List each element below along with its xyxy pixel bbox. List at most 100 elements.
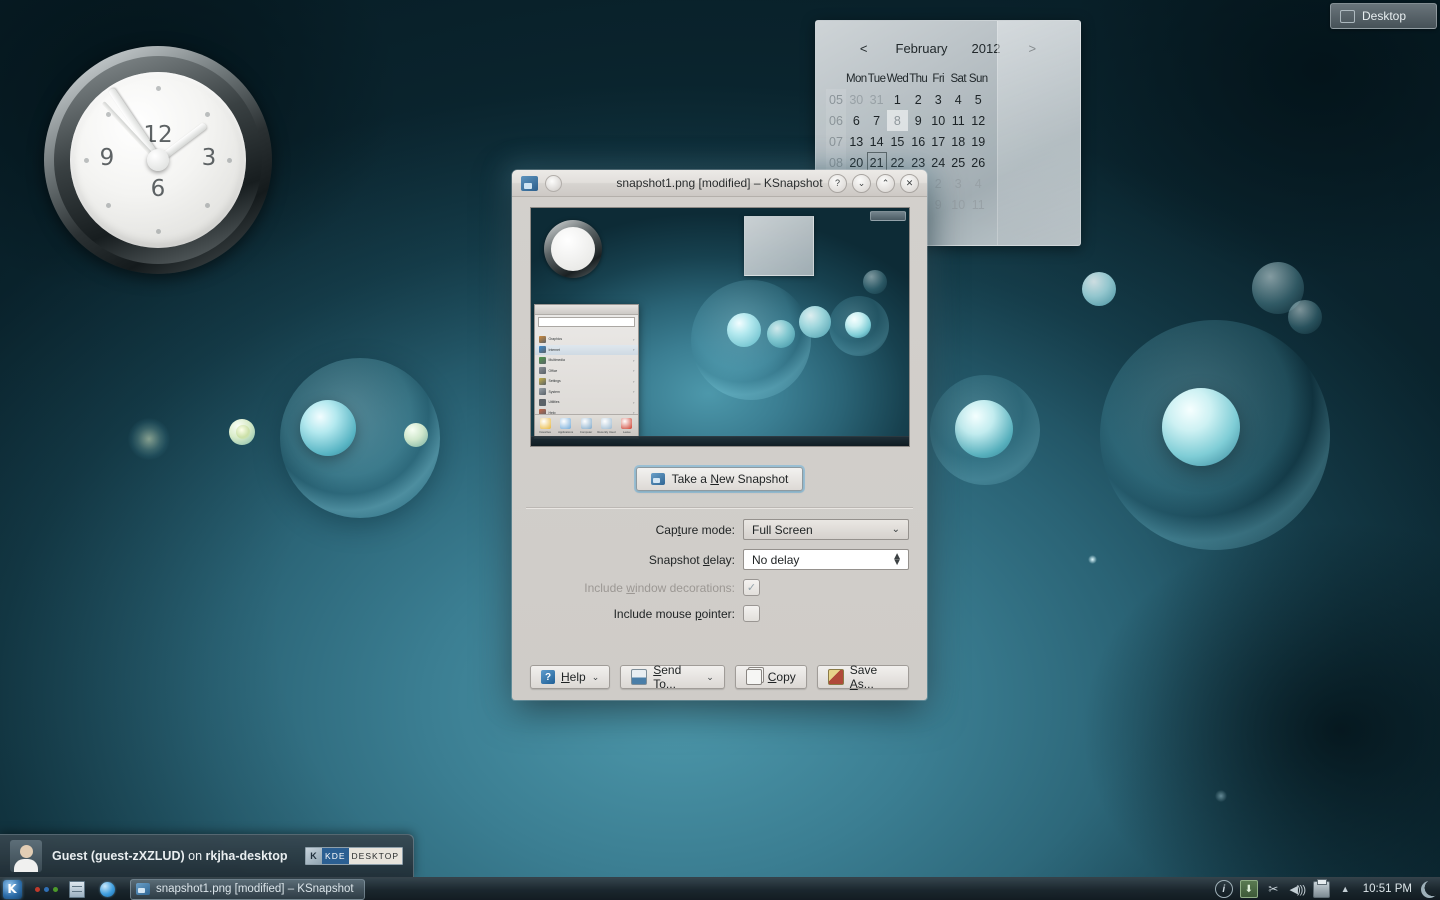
file-manager-icon (69, 881, 85, 898)
calendar-day-cell[interactable]: 9 (908, 110, 928, 131)
web-browser-launcher[interactable] (96, 878, 118, 900)
file-manager-launcher[interactable] (66, 878, 88, 900)
calendar-day-cell[interactable]: 5 (968, 89, 988, 110)
wallpaper-bubble-right-5 (1288, 300, 1322, 334)
ksnapshot-icon (136, 883, 150, 895)
preview-menu-item: Multimedia› (535, 355, 638, 366)
calendar-day-cell[interactable]: 3 (928, 89, 948, 110)
calendar-day-cell[interactable]: 10 (948, 194, 968, 215)
desktop-pager[interactable] (35, 887, 58, 892)
download-manager-icon[interactable]: ⬇ (1240, 880, 1258, 898)
calendar-day-cell[interactable]: 13 (846, 131, 867, 152)
snapshot-delay-row: Snapshot delay: No delay ▲▼ (530, 549, 909, 570)
include-decorations-checkbox[interactable]: ✓ (743, 579, 760, 596)
show-desktop-button[interactable]: Desktop (1330, 3, 1437, 29)
calendar-day-cell[interactable]: 2 (908, 89, 928, 110)
calendar-prev-month-button[interactable]: < (856, 41, 872, 56)
web-browser-icon (100, 882, 115, 897)
chevron-down-icon: ⌄ (706, 672, 714, 683)
calendar-day-cell[interactable]: 24 (928, 152, 948, 173)
pager-dot-1[interactable] (35, 887, 40, 892)
wallpaper-bubble-small-2 (404, 423, 428, 447)
calendar-day-cell[interactable]: 18 (948, 131, 968, 152)
calendar-month-label[interactable]: February (896, 41, 948, 56)
clock-tick-dot (84, 158, 89, 163)
ksnapshot-window[interactable]: snapshot1.png [modified] – KSnapshot ? ⌄… (512, 170, 927, 700)
preview-bubble-5 (863, 270, 887, 294)
capture-mode-select[interactable]: Full Screen ⌄ (743, 519, 909, 540)
calendar-weekday-sun: Sun (968, 68, 988, 89)
clock-numeral-9: 9 (90, 145, 124, 171)
copy-icon (746, 669, 762, 685)
kde-logo-icon: K (3, 880, 22, 899)
calendar-weekday-tue: Tue (867, 68, 887, 89)
printer-icon[interactable] (1313, 881, 1330, 898)
send-to-icon (631, 669, 647, 685)
notifications-icon[interactable]: i (1215, 880, 1233, 898)
preview-menu-item: System› (535, 387, 638, 398)
calendar-day-cell[interactable]: 6 (846, 110, 867, 131)
calendar-day-cell[interactable]: 3 (948, 173, 968, 194)
calendar-day-cell[interactable]: 19 (968, 131, 988, 152)
volume-icon[interactable]: ◀))) (1289, 881, 1306, 898)
dialog-button-bar: ? Help ⌄ Send To... ⌄ Copy Save As... (522, 665, 917, 701)
calendar-day-cell[interactable]: 2 (928, 173, 948, 194)
calendar-day-cell[interactable]: 12 (968, 110, 988, 131)
tray-expand-icon[interactable]: ▲ (1337, 881, 1354, 898)
calendar-day-cell[interactable]: 11 (948, 110, 968, 131)
snapshot-delay-spinbox[interactable]: No delay ▲▼ (743, 549, 909, 570)
night-mode-icon[interactable] (1421, 881, 1438, 898)
calendar-day-cell[interactable]: 30 (846, 89, 867, 110)
calendar-day-cell[interactable]: 8 (887, 110, 909, 131)
snapshot-preview-image[interactable]: Graphics›Internet›Multimedia›Office›Sett… (530, 207, 910, 447)
wallpaper-spark-4 (1215, 790, 1227, 802)
preview-menu-item: Utilities› (535, 397, 638, 408)
calendar-weekday-row: Mon Tue Wed Thu Fri Sat Sun (826, 68, 988, 89)
wallpaper-bubble-core-left (300, 400, 356, 456)
include-decorations-label: Include window decorations: (530, 581, 743, 595)
calendar-day-cell[interactable]: 16 (908, 131, 928, 152)
pager-dot-2[interactable] (44, 887, 49, 892)
capture-mode-label: Capture mode: (530, 523, 743, 537)
calendar-day-cell[interactable]: 10 (928, 110, 948, 131)
spinner-arrows-icon[interactable]: ▲▼ (892, 554, 902, 566)
take-new-snapshot-button[interactable]: Take a New Snapshot (636, 467, 804, 491)
calendar-day-cell[interactable]: 4 (968, 173, 988, 194)
save-as-icon (828, 669, 844, 685)
window-titlebar[interactable]: snapshot1.png [modified] – KSnapshot ? ⌄… (512, 170, 927, 197)
avatar (10, 840, 42, 872)
calendar-day-cell[interactable]: 26 (968, 152, 988, 173)
calendar-day-cell[interactable]: 11 (968, 194, 988, 215)
calendar-day-cell[interactable]: 9 (928, 194, 948, 215)
calendar-day-cell[interactable]: 1 (887, 89, 909, 110)
desktop-pager-icon (1340, 10, 1355, 23)
kickoff-menu-button[interactable]: K (1, 878, 23, 900)
kde-badge-desktop: DESKTOP (349, 848, 402, 864)
wallpaper-spark-3 (236, 425, 250, 439)
taskbar-task-ksnapshot[interactable]: snapshot1.png [modified] – KSnapshot (130, 879, 365, 900)
calendar-day-cell[interactable]: 7 (867, 110, 887, 131)
calendar-day-cell[interactable]: 25 (948, 152, 968, 173)
send-to-button[interactable]: Send To... ⌄ (620, 665, 725, 689)
include-pointer-checkbox[interactable] (743, 605, 760, 622)
preview-taskbar (531, 436, 909, 446)
digital-clock[interactable]: 10:51 PM (1361, 883, 1414, 895)
help-button[interactable]: ? Help ⌄ (530, 665, 610, 689)
calendar-day-cell[interactable]: 14 (867, 131, 887, 152)
calendar-day-cell[interactable]: 17 (928, 131, 948, 152)
clock-tick-dot (205, 203, 210, 208)
pager-dot-3[interactable] (53, 887, 58, 892)
guest-session-bar: Guest (guest-zXZLUD) on rkjha-desktop K … (0, 834, 414, 878)
clipboard-icon[interactable]: ✂ (1265, 881, 1282, 898)
preview-menu-list: Graphics›Internet›Multimedia›Office›Sett… (535, 329, 638, 414)
calendar-day-cell[interactable]: 4 (948, 89, 968, 110)
copy-button[interactable]: Copy (735, 665, 807, 689)
analog-clock-widget[interactable]: 12 3 6 9 (44, 46, 272, 274)
system-tray: i ⬇ ✂ ◀))) ▲ 10:51 PM (1215, 880, 1440, 898)
wallpaper-spark-1 (1088, 555, 1097, 564)
save-as-button[interactable]: Save As... (817, 665, 909, 689)
calendar-week-row: 05303112345 (826, 89, 988, 110)
calendar-side-pane (997, 21, 1080, 245)
calendar-day-cell[interactable]: 15 (887, 131, 909, 152)
calendar-day-cell[interactable]: 31 (867, 89, 887, 110)
